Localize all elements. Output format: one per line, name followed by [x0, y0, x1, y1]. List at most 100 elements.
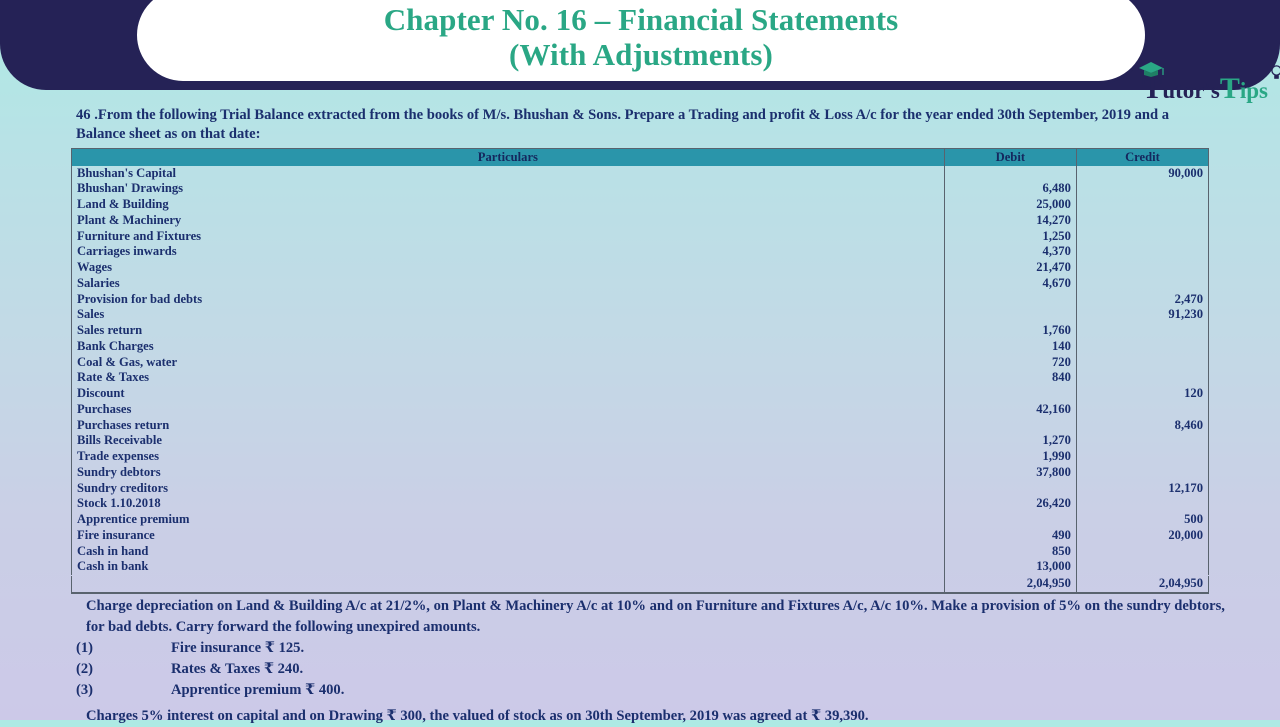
cell-debit: 490	[944, 527, 1077, 544]
adjustment-item-number: (2)	[76, 661, 94, 677]
question-statement: 46 .From the following Trial Balance ext…	[76, 107, 1170, 142]
cell-debit	[944, 417, 1077, 434]
trial-balance-table: Particulars Debit Credit Bhushan's Capit…	[71, 148, 1209, 592]
cell-credit	[1076, 244, 1208, 260]
cell-particulars: Purchases	[71, 401, 945, 418]
cell-debit	[944, 291, 1077, 308]
brand-logo[interactable]: Tutor'sTips	[1139, 62, 1280, 104]
cell-debit: 720	[944, 354, 1077, 371]
cell-debit	[944, 386, 1077, 402]
cell-debit	[944, 307, 1077, 323]
cell-credit	[1076, 449, 1208, 465]
table-row: Bank Charges 140	[71, 338, 1209, 355]
table-row: Rate & Taxes 840	[71, 370, 1209, 386]
logo-wordmark: Tutor'sTips	[1139, 62, 1280, 104]
table-row: Cash in hand 850	[71, 543, 1209, 560]
cell-particulars: Salaries	[71, 275, 945, 292]
cell-particulars: Bhushan's Capital	[71, 165, 945, 182]
cell-credit	[1076, 402, 1208, 418]
table-row: Purchases return 8,460	[71, 417, 1209, 434]
cell-particulars: Bank Charges	[71, 338, 945, 355]
cell-credit	[1076, 260, 1208, 276]
cell-credit	[1076, 433, 1208, 449]
cell-debit: 21,470	[944, 260, 1077, 276]
cell-particulars: Plant & Machinery	[71, 212, 945, 229]
cell-debit: 4,370	[944, 244, 1077, 260]
cell-credit	[1076, 544, 1208, 560]
total-cell-debit: 2,04,950	[944, 575, 1077, 592]
graduation-cap-icon	[1139, 62, 1164, 77]
adjustments-block: Charge depreciation on Land & Building A…	[76, 596, 1226, 727]
cell-credit: 500	[1184, 512, 1203, 526]
table-row: Bhushan' Drawings 6,480	[71, 181, 1209, 197]
table-row: Furniture and Fixtures 1,250	[71, 228, 1209, 245]
chapter-title-line1: Chapter No. 16 – Financial Statements	[383, 2, 899, 37]
cell-credit	[1076, 496, 1208, 512]
cell-debit: 42,160	[944, 401, 1077, 418]
cell-particulars: Cash in hand	[71, 543, 945, 560]
table-row: Wages 21,470	[71, 260, 1209, 276]
table-body: Bhushan's Capital 90,000 Bhushan' Drawings…	[71, 165, 1209, 592]
cell-credit	[1076, 323, 1208, 339]
total-cell-credit: 2,04,950	[1158, 576, 1203, 590]
cell-debit: 850	[944, 543, 1077, 560]
cell-credit	[1076, 229, 1208, 245]
cell-debit: 13,000	[944, 559, 1077, 576]
table-row: Apprentice premium 500	[71, 512, 1209, 528]
cell-particulars: Apprentice premium	[71, 512, 945, 528]
cell-particulars: Land & Building	[71, 197, 945, 213]
total-cell-particulars	[71, 575, 945, 592]
adjustment-item: (3) Apprentice premium ₹ 400.	[76, 680, 1226, 701]
adjustment-item: (2) Rates & Taxes ₹ 240.	[76, 659, 1226, 680]
adjustment-item-text: Rates & Taxes ₹ 240.	[171, 661, 304, 677]
title-pill: Chapter No. 16 – Financial Statements (W…	[134, 0, 1148, 84]
table-row: Sundry debtors 37,800	[71, 464, 1209, 481]
cell-particulars: Sundry debtors	[71, 464, 945, 481]
lightbulb-icon	[1271, 65, 1280, 79]
cell-particulars: Bhushan' Drawings	[71, 181, 945, 197]
cell-credit	[1076, 339, 1208, 355]
chapter-title-line2: (With Adjustments)	[509, 37, 773, 72]
table-row: Purchases 42,160	[71, 401, 1209, 418]
cell-credit	[1076, 213, 1208, 229]
cell-debit: 6,480	[944, 181, 1077, 197]
cell-credit	[1076, 465, 1208, 481]
table-row: Sales return 1,760	[71, 323, 1209, 339]
table-row: Plant & Machinery 14,270	[71, 212, 1209, 229]
cell-particulars: Bills Receivable	[71, 433, 945, 449]
cell-debit	[944, 165, 1077, 182]
cell-credit: 91,230	[1168, 307, 1203, 322]
table-row: Bhushan's Capital 90,000	[71, 165, 1209, 182]
table-row: Coal & Gas, water 720	[71, 354, 1209, 371]
cell-credit: 8,460	[1174, 417, 1203, 432]
cell-debit	[944, 480, 1077, 497]
table-row: Carriages inwards 4,370	[71, 244, 1209, 260]
cell-debit: 4,670	[944, 275, 1077, 292]
adjustment-item-number: (1)	[76, 640, 94, 656]
logo-text-utor: utor's	[1162, 78, 1220, 103]
cell-credit	[1076, 181, 1208, 197]
adjustment-item: (1) Fire insurance ₹ 125.	[76, 638, 1226, 659]
cell-credit	[1076, 559, 1208, 575]
table-row: Land & Building 25,000	[71, 197, 1209, 213]
table-row: Cash in bank 13,000	[71, 559, 1209, 576]
table-row: Salaries 4,670	[71, 275, 1209, 292]
cell-debit: 1,760	[944, 323, 1077, 339]
cell-credit: 20,000	[1168, 527, 1203, 542]
cell-credit	[1076, 276, 1208, 292]
table-row: Stock 1.10.2018 26,420	[71, 496, 1209, 512]
cell-debit: 1,270	[944, 433, 1077, 449]
cell-debit	[944, 512, 1077, 528]
cell-particulars: Coal & Gas, water	[71, 354, 945, 371]
cell-debit: 26,420	[944, 496, 1077, 512]
table-row: Trade expenses 1,990	[71, 449, 1209, 465]
cell-debit: 1,990	[944, 449, 1077, 465]
cell-debit: 37,800	[944, 464, 1077, 481]
cell-debit: 140	[944, 338, 1077, 355]
column-header-particulars: Particulars	[71, 148, 945, 166]
cell-particulars: Furniture and Fixtures	[71, 228, 945, 245]
cell-particulars: Provision for bad debts	[71, 291, 945, 308]
cell-credit: 12,170	[1168, 480, 1203, 495]
table-row: Provision for bad debts 2,470	[71, 291, 1209, 308]
table-row: Sundry creditors 12,170	[71, 480, 1209, 497]
